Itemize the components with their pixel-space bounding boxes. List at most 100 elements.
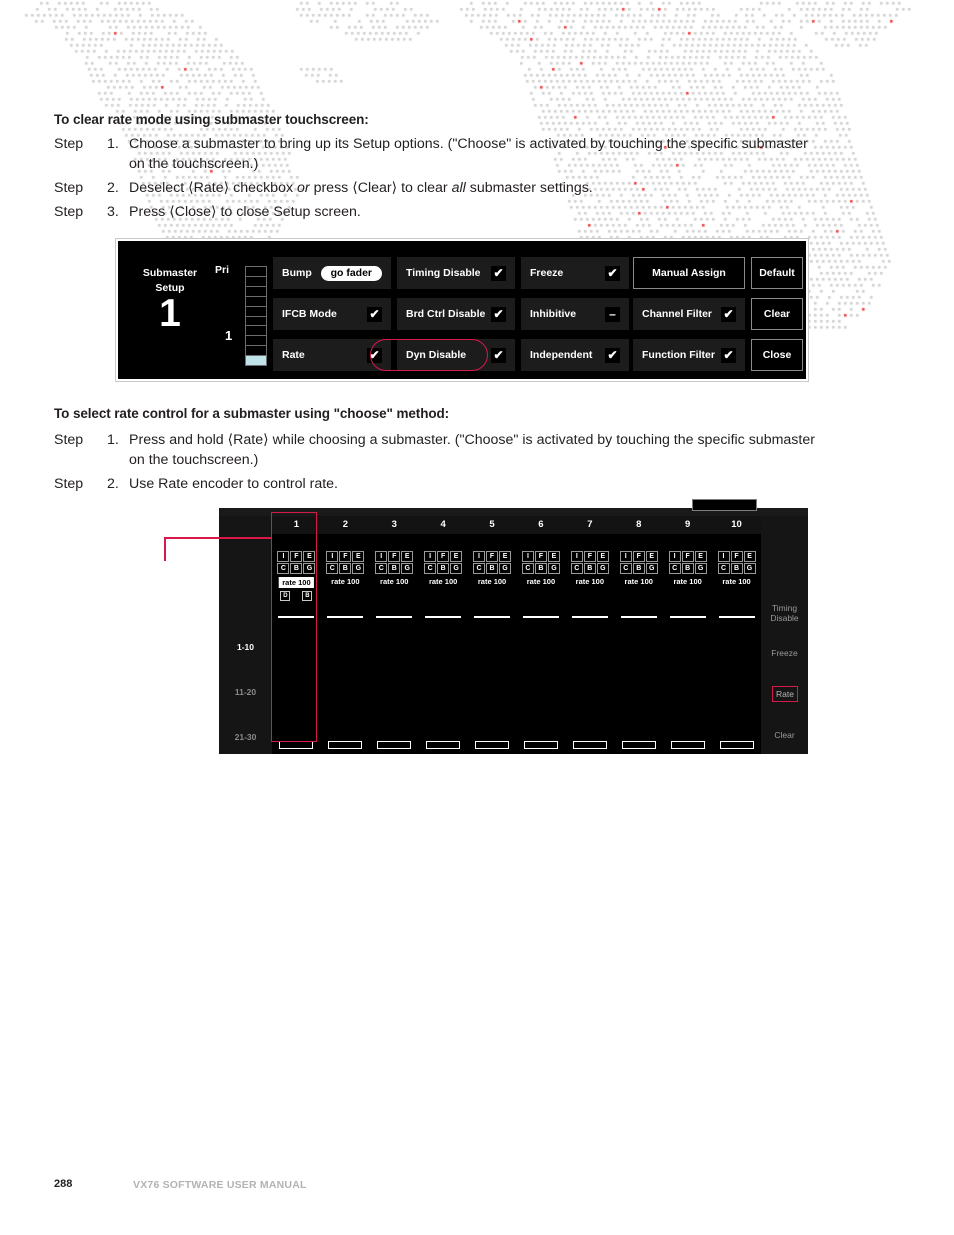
checkmark-icon[interactable]: ✔ bbox=[491, 347, 506, 363]
setup-button-independent[interactable]: Independent ✔ bbox=[521, 339, 629, 371]
function-button-rate[interactable]: Rate bbox=[772, 686, 798, 702]
fader-handle[interactable] bbox=[621, 741, 656, 749]
setup-button-freeze[interactable]: Freeze ✔ bbox=[521, 257, 629, 289]
ifcb-row: CBG bbox=[717, 563, 756, 574]
column-header-7[interactable]: 7 bbox=[565, 516, 614, 534]
setup-button-timing-disable[interactable]: Timing Disable ✔ bbox=[397, 257, 515, 289]
step-word: Step bbox=[54, 432, 84, 448]
setup-button-brd-ctrl-disable[interactable]: Brd Ctrl Disable ✔ bbox=[397, 298, 515, 330]
rate-value[interactable]: rate 100 bbox=[478, 577, 506, 586]
column-header-9[interactable]: 9 bbox=[663, 516, 712, 534]
checkmark-icon[interactable]: ✔ bbox=[491, 306, 506, 322]
fader-handle[interactable] bbox=[328, 741, 363, 749]
setup-button-function-filter[interactable]: Function Filter ✔ bbox=[633, 339, 745, 371]
fader-handle[interactable] bbox=[279, 741, 314, 749]
setup-button-inhibitive[interactable]: Inhibitive – bbox=[521, 298, 629, 330]
setup-button-close[interactable]: Close bbox=[751, 339, 803, 371]
checkmark-icon[interactable]: ✔ bbox=[605, 265, 620, 281]
function-button-line: Rate bbox=[776, 689, 794, 699]
setup-button-dyn-disable[interactable]: Dyn Disable ✔ bbox=[397, 339, 515, 371]
submaster-cell-5[interactable]: I F E C B Grate 100 bbox=[468, 534, 517, 754]
ifcb-indicator: IFECBG bbox=[326, 551, 365, 574]
step-text: Deselect ⟨Rate⟩ checkbox or press ⟨Clear… bbox=[129, 180, 593, 196]
checkmark-icon[interactable]: ✔ bbox=[605, 347, 620, 363]
step-word: Step bbox=[54, 136, 84, 152]
function-button-freeze[interactable]: Freeze bbox=[761, 648, 808, 658]
ifcb-letter-G: G bbox=[352, 563, 365, 574]
ifcb-letter-E: E bbox=[596, 551, 609, 562]
setup-button-label: Clear bbox=[763, 308, 791, 320]
setup-button-label: Inhibitive bbox=[530, 308, 577, 320]
submaster-cell-7[interactable]: I F E C B Grate 100 bbox=[565, 534, 614, 754]
setup-button-rate[interactable]: Rate ✔ bbox=[273, 339, 391, 371]
column-header-4[interactable]: 4 bbox=[419, 516, 468, 534]
column-header-3[interactable]: 3 bbox=[370, 516, 419, 534]
ifcb-letter-F: F bbox=[583, 551, 596, 562]
page-button-21-30[interactable]: 21-30 bbox=[219, 732, 272, 742]
partial-top-button[interactable] bbox=[692, 499, 757, 511]
column-header-6[interactable]: 6 bbox=[517, 516, 566, 534]
rate-value[interactable]: rate 100 bbox=[429, 577, 457, 586]
submaster-cell-3[interactable]: I F E C B Grate 100 bbox=[370, 534, 419, 754]
ifcb-letter-I: I bbox=[570, 551, 583, 562]
setup-button-manual-assign[interactable]: Manual Assign bbox=[633, 257, 745, 289]
setup-button-bump[interactable]: Bump go fader bbox=[273, 257, 391, 289]
rate-value[interactable]: rate 100 bbox=[279, 577, 314, 588]
fader-handle[interactable] bbox=[475, 741, 510, 749]
go-fader-pill[interactable]: go fader bbox=[320, 265, 382, 281]
ifcb-row: CBG bbox=[277, 563, 316, 574]
submaster-cell-6[interactable]: I F E C B Grate 100 bbox=[517, 534, 566, 754]
fader-handle[interactable] bbox=[670, 741, 705, 749]
rate-value[interactable]: rate 100 bbox=[576, 577, 604, 586]
rate-value[interactable]: rate 100 bbox=[625, 577, 653, 586]
checkmark-icon[interactable]: ✔ bbox=[491, 265, 506, 281]
submaster-setup-panel: Submaster Setup 1 Pri 1 Bump go fader Timi… bbox=[116, 239, 808, 381]
step-number: 3. bbox=[107, 204, 119, 220]
checkmark-icon[interactable]: ✔ bbox=[721, 347, 736, 363]
setup-button-clear[interactable]: Clear bbox=[751, 298, 803, 330]
fader-handle[interactable] bbox=[426, 741, 461, 749]
step-row: Step 1. Choose a submaster to bring up its… bbox=[54, 134, 815, 174]
ifcb-letter-I: I bbox=[326, 551, 339, 562]
column-header-10[interactable]: 10 bbox=[712, 516, 761, 534]
priority-meter[interactable] bbox=[245, 266, 267, 366]
column-header-2[interactable]: 2 bbox=[321, 516, 370, 534]
submaster-cell-1[interactable]: I F E C B Grate 100 D B bbox=[272, 534, 321, 754]
dash-icon[interactable]: – bbox=[605, 306, 620, 322]
manual-title: VX76 SOFTWARE USER MANUAL bbox=[133, 1179, 307, 1191]
submaster-cell-8[interactable]: I F E C B Grate 100 bbox=[614, 534, 663, 754]
page-button-11-20[interactable]: 11-20 bbox=[219, 687, 272, 697]
column-header-5[interactable]: 5 bbox=[468, 516, 517, 534]
column-header-1[interactable]: 1 bbox=[272, 516, 321, 534]
checkmark-icon[interactable]: ✔ bbox=[367, 347, 382, 363]
function-button-clear[interactable]: Clear bbox=[761, 730, 808, 740]
priority-segment bbox=[246, 336, 266, 347]
rate-value[interactable]: rate 100 bbox=[673, 577, 701, 586]
setup-button-channel-filter[interactable]: Channel Filter ✔ bbox=[633, 298, 745, 330]
function-button-timing-disable[interactable]: Timing Disable bbox=[761, 603, 808, 623]
ifcb-letter-I: I bbox=[424, 551, 437, 562]
rate-value[interactable]: rate 100 bbox=[527, 577, 555, 586]
submaster-cell-2[interactable]: I F E C B G rate 100 bbox=[321, 534, 370, 754]
page-button-1-10[interactable]: 1-10 bbox=[219, 642, 272, 652]
rate-value[interactable]: rate 100 bbox=[331, 577, 359, 586]
ifcb-letter-F: F bbox=[486, 551, 499, 562]
checkmark-icon[interactable]: ✔ bbox=[367, 306, 382, 322]
fader-handle[interactable] bbox=[719, 741, 754, 749]
setup-button-label: Dyn Disable bbox=[406, 349, 467, 361]
submaster-cell-10[interactable]: I F E C B Grate 100 bbox=[712, 534, 761, 754]
fader-handle[interactable] bbox=[523, 741, 558, 749]
fader-handle[interactable] bbox=[377, 741, 412, 749]
fader-handle[interactable] bbox=[572, 741, 607, 749]
submaster-cell-4[interactable]: I F E C B Grate 100 bbox=[419, 534, 468, 754]
step-row: Step 2. Deselect ⟨Rate⟩ checkbox or press … bbox=[54, 178, 815, 198]
step-text: Choose a submaster to bring up its Setup… bbox=[129, 136, 808, 172]
rate-value[interactable]: rate 100 bbox=[380, 577, 408, 586]
ifcb-letter-F: F bbox=[388, 551, 401, 562]
submaster-cell-9[interactable]: I F E C B Grate 100 bbox=[663, 534, 712, 754]
setup-button-ifcb-mode[interactable]: IFCB Mode ✔ bbox=[273, 298, 391, 330]
column-header-8[interactable]: 8 bbox=[614, 516, 663, 534]
checkmark-icon[interactable]: ✔ bbox=[721, 306, 736, 322]
setup-button-default[interactable]: Default bbox=[751, 257, 803, 289]
rate-value[interactable]: rate 100 bbox=[722, 577, 750, 586]
